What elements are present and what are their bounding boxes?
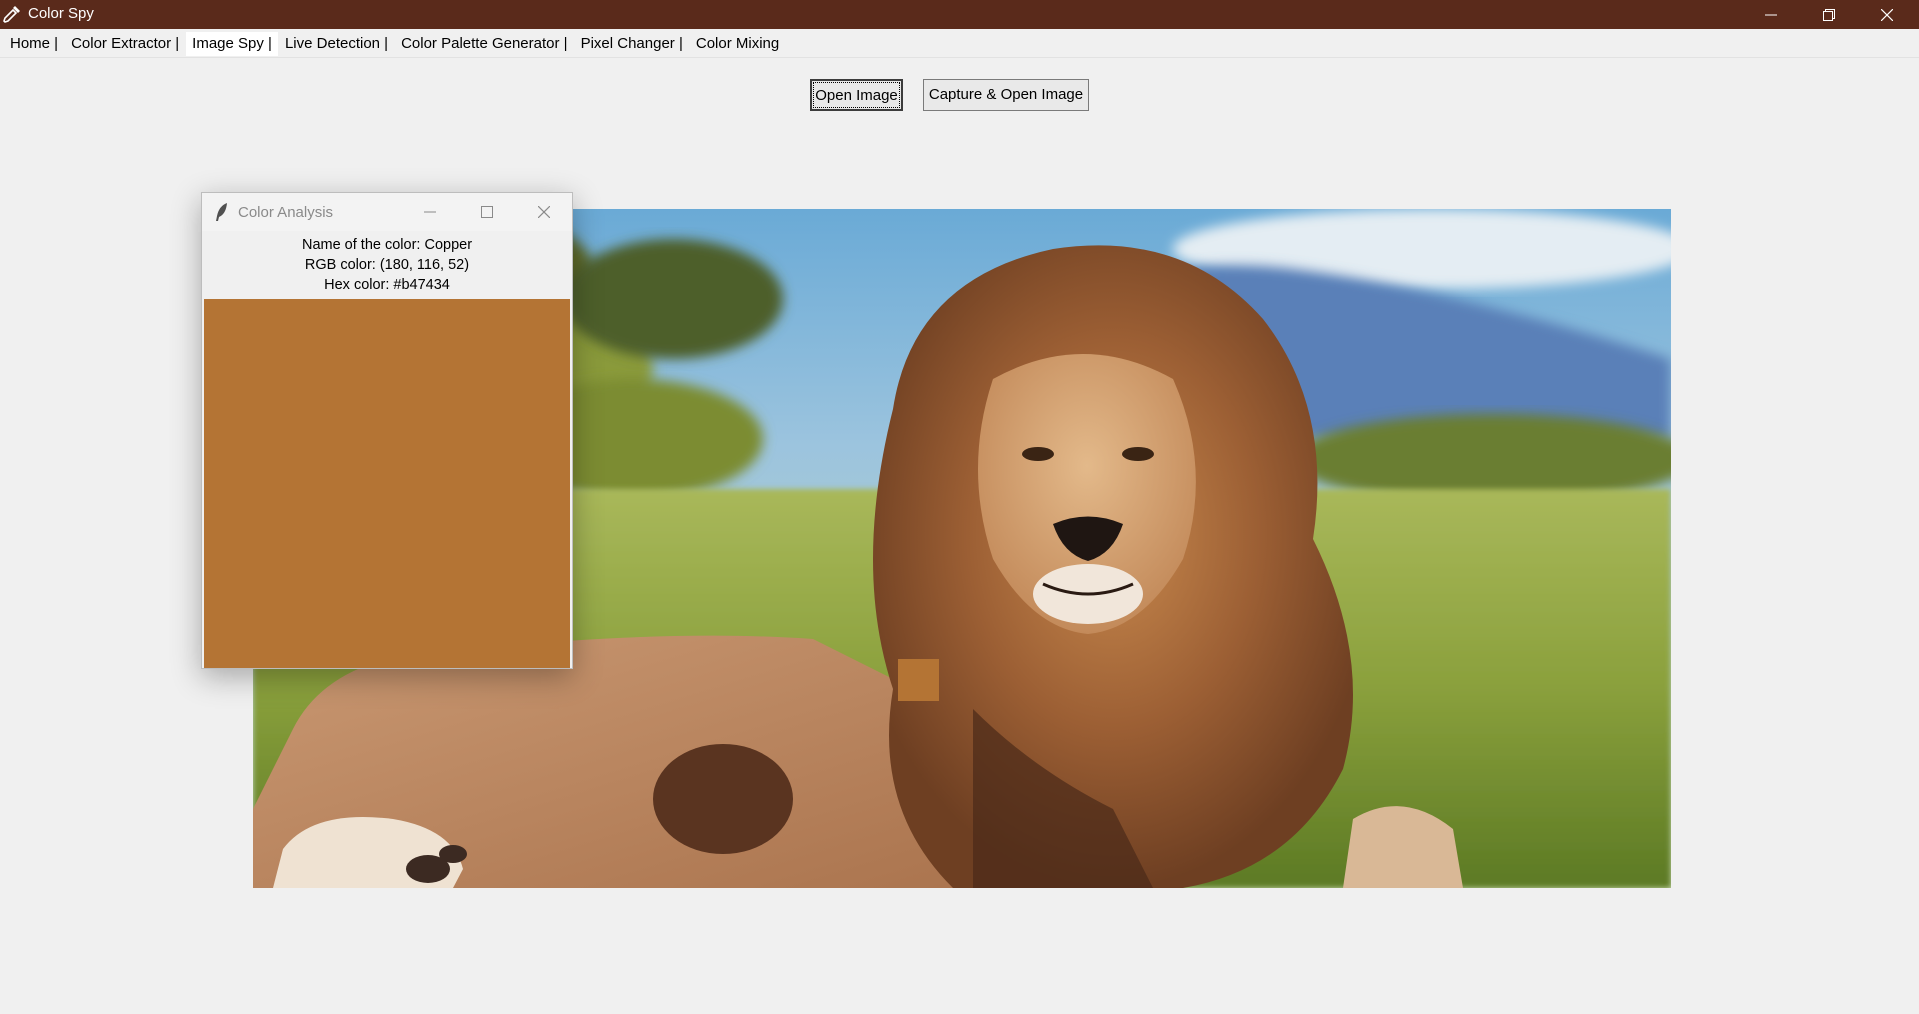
tab-color-extractor[interactable]: Color Extractor | (65, 32, 186, 56)
restore-button[interactable] (1800, 0, 1858, 29)
tab-image-spy[interactable]: Image Spy | (186, 32, 278, 56)
capture-open-image-button[interactable]: Capture & Open Image (923, 79, 1089, 111)
open-image-button[interactable]: Open Image (810, 79, 903, 111)
maximize-icon (481, 206, 493, 218)
popup-titlebar[interactable]: Color Analysis (202, 193, 572, 231)
minimize-button[interactable] (1742, 0, 1800, 29)
restore-icon (1823, 8, 1835, 21)
minimize-icon (424, 211, 436, 213)
color-name-label: Name of the color: Copper (301, 237, 473, 253)
popup-title: Color Analysis (238, 204, 334, 221)
popup-maximize-button[interactable] (459, 193, 515, 231)
color-analysis-window: Color Analysis Name of the color: Copper… (201, 192, 573, 669)
tab-color-mixing[interactable]: Color Mixing (689, 32, 786, 56)
window-title: Color Spy (28, 5, 94, 22)
eyedropper-icon (2, 4, 22, 24)
tab-live-detection[interactable]: Live Detection | (278, 32, 395, 56)
color-swatch (204, 299, 570, 668)
hex-color-label: Hex color: #b47434 (324, 277, 450, 293)
tab-pixel-changer[interactable]: Pixel Changer | (574, 32, 689, 56)
picked-color-marker (898, 659, 939, 701)
close-button[interactable] (1858, 0, 1916, 29)
rgb-color-label: RGB color: (180, 116, 52) (304, 257, 470, 273)
close-icon (1881, 8, 1893, 21)
menu-divider (0, 57, 1919, 58)
tab-home[interactable]: Home | (4, 32, 65, 56)
popup-minimize-button[interactable] (402, 193, 458, 231)
minimize-icon (1765, 14, 1777, 15)
feather-icon (213, 202, 231, 222)
menu-tabs: Home | Color Extractor | Image Spy | Liv… (0, 30, 1919, 58)
close-icon (538, 206, 550, 218)
tab-color-palette-generator[interactable]: Color Palette Generator | (395, 32, 574, 56)
popup-close-button[interactable] (516, 193, 572, 231)
window-titlebar: Color Spy (0, 0, 1919, 29)
